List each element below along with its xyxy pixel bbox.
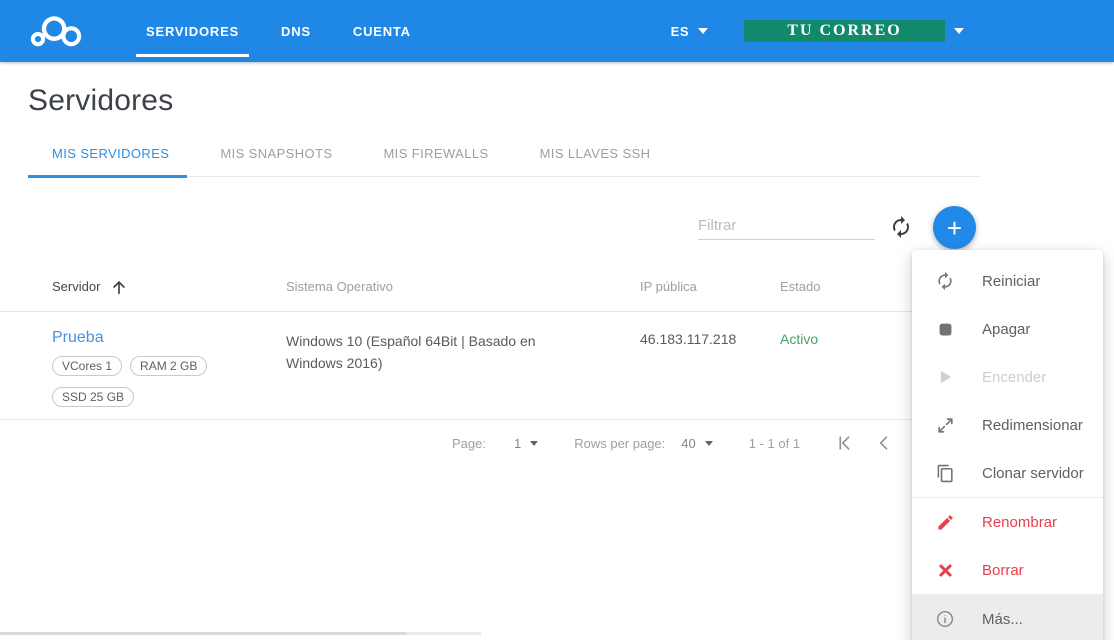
tab-mis-llaves-ssh[interactable]: MIS LLAVES SSH	[522, 140, 669, 178]
menu-item-reiniciar[interactable]: Reiniciar	[912, 257, 1103, 305]
copy-icon	[935, 463, 955, 483]
page-title: Servidores	[28, 84, 174, 117]
resize-icon	[935, 415, 955, 435]
column-label: Servidor	[52, 279, 101, 294]
pagination-range: 1 - 1 of 1	[748, 435, 801, 451]
menu-item-encender[interactable]: Encender	[912, 353, 1103, 401]
menu-item-mas[interactable]: Más...	[912, 595, 1103, 640]
account-menu-caret-icon[interactable]	[954, 28, 964, 34]
public-ip-cell: 46.183.117.218	[640, 331, 737, 347]
navbar-right: ES TU CORREO	[671, 20, 964, 42]
sort-ascending-icon	[113, 280, 126, 294]
server-spec-chips: VCores 1 RAM 2 GB SSD 25 GB	[52, 356, 262, 407]
refresh-icon	[893, 216, 909, 238]
bottom-divider-tail	[406, 632, 481, 635]
menu-item-clonar-servidor[interactable]: Clonar servidor	[912, 449, 1103, 497]
server-name-link[interactable]: Prueba	[52, 329, 104, 347]
pagination-bar: Page: 1 Rows per page: 40 1 - 1 of 1	[452, 420, 952, 466]
tab-mis-servidores[interactable]: MIS SERVIDORES	[28, 140, 188, 178]
menu-item-redimensionar[interactable]: Redimensionar	[912, 401, 1103, 449]
server-name-cell: Prueba VCores 1 RAM 2 GB SSD 25 GB	[52, 329, 286, 407]
column-header-servidor[interactable]: Servidor	[52, 277, 286, 297]
rows-per-page-select[interactable]: 40	[681, 435, 713, 451]
pencil-icon	[935, 512, 955, 532]
info-icon	[935, 609, 955, 629]
language-selector[interactable]: ES	[671, 24, 689, 39]
spec-chip-vcores: VCores 1	[52, 356, 123, 376]
menu-item-label: Apagar	[982, 320, 1031, 338]
bottom-divider	[0, 632, 406, 635]
stop-icon	[935, 319, 955, 339]
tab-mis-firewalls[interactable]: MIS FIREWALLS	[365, 140, 506, 178]
page-value: 1	[513, 435, 522, 451]
previous-page-button[interactable]	[872, 431, 896, 455]
menu-item-label: Renombrar	[982, 513, 1058, 531]
chevron-left-icon	[879, 436, 888, 450]
filter-input[interactable]	[698, 212, 875, 240]
tab-mis-snapshots[interactable]: MIS SNAPSHOTS	[202, 140, 350, 178]
nav-item-cuenta[interactable]: CUENTA	[349, 24, 415, 39]
restart-icon	[935, 271, 955, 291]
page-label: Page:	[452, 435, 486, 451]
spec-chip-ssd: SSD 25 GB	[52, 387, 135, 407]
delete-x-icon	[935, 560, 955, 580]
first-page-button[interactable]	[832, 431, 856, 455]
nav-item-servidores[interactable]: SERVIDORES	[135, 24, 250, 57]
menu-item-label: Clonar servidor	[982, 464, 1084, 482]
page-select[interactable]: 1	[513, 435, 539, 451]
first-page-icon	[839, 436, 850, 450]
add-server-button[interactable]: +	[933, 206, 976, 249]
play-icon	[935, 367, 955, 387]
clouding-logo-icon[interactable]	[28, 12, 86, 50]
top-navbar: SERVIDORES DNS CUENTA ES TU CORREO	[0, 0, 1114, 62]
menu-item-label: Reiniciar	[982, 272, 1041, 290]
server-actions-menu: Reiniciar Apagar Encender Redimensionar	[912, 250, 1103, 640]
column-header-sistema-operativo[interactable]: Sistema Operativo	[286, 279, 640, 294]
main-nav: SERVIDORES DNS CUENTA	[135, 24, 449, 57]
menu-item-label: Redimensionar	[982, 416, 1083, 434]
account-email-badge[interactable]: TU CORREO	[744, 20, 945, 42]
menu-item-renombrar[interactable]: Renombrar	[912, 498, 1103, 546]
rows-select-caret-icon	[704, 440, 713, 446]
rows-per-page-label: Rows per page:	[574, 435, 666, 451]
rows-per-page-value: 40	[681, 435, 696, 451]
nav-item-dns[interactable]: DNS	[277, 24, 315, 39]
menu-item-label: Más...	[982, 610, 1023, 628]
os-cell: Windows 10 (Español 64Bit | Basado en Wi…	[286, 333, 536, 371]
refresh-list-button[interactable]	[887, 213, 915, 241]
language-caret-icon[interactable]	[698, 28, 708, 34]
menu-item-label: Encender	[982, 368, 1047, 386]
menu-item-label: Borrar	[982, 561, 1024, 579]
page-select-caret-icon	[530, 440, 539, 446]
column-header-ip-publica[interactable]: IP pública	[640, 279, 780, 294]
spec-chip-ram: RAM 2 GB	[130, 356, 208, 376]
section-tabs: MIS SERVIDORES MIS SNAPSHOTS MIS FIREWAL…	[28, 140, 980, 178]
menu-item-apagar[interactable]: Apagar	[912, 305, 1103, 353]
menu-item-borrar[interactable]: Borrar	[912, 546, 1103, 594]
